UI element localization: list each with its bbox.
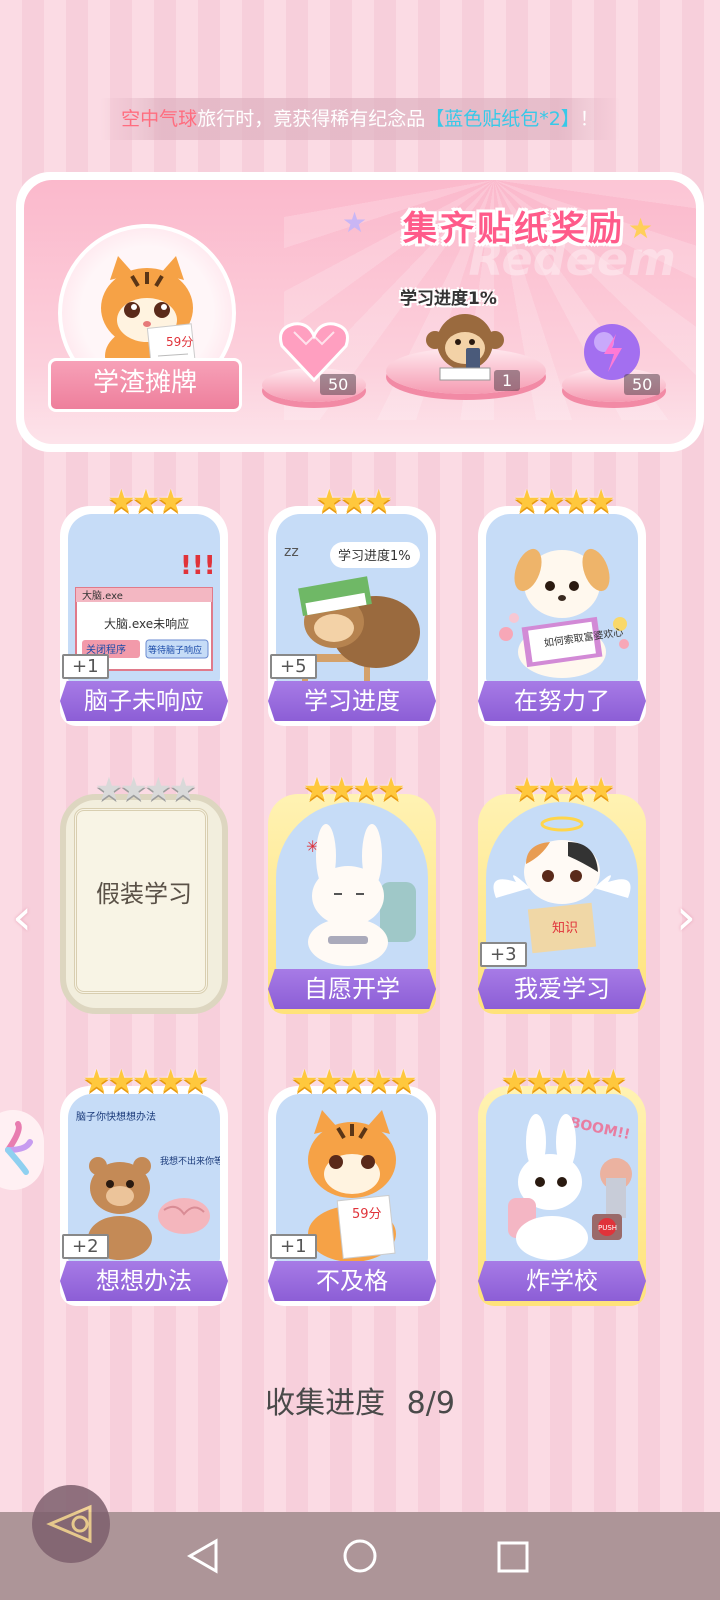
card-label: 在努力了 <box>478 681 646 721</box>
sticker-card[interactable]: ✳ ★★★★ 自愿开学 <box>268 770 436 1014</box>
sticker-card[interactable]: 知识 ★★★★ +3 我爱学习 <box>478 770 646 1014</box>
window-title: 大脑.exe <box>82 589 123 602</box>
card-stars: ★★★★★ <box>82 1062 209 1100</box>
window-button: 等待脑子响应 <box>148 644 202 656</box>
star-decoration-icon: ★ <box>342 206 368 239</box>
card-label: 想想办法 <box>60 1261 228 1301</box>
reward-count: 1 <box>494 370 521 391</box>
card-bonus-badge: +1 <box>270 1234 317 1259</box>
card-stars: ★★★ <box>106 482 185 520</box>
back-arrow-icon <box>46 1504 92 1544</box>
collection-progress: 收集进度 8/9 <box>0 1378 720 1422</box>
card-label: 自愿开学 <box>268 969 436 1009</box>
card-label: 不及格 <box>268 1261 436 1301</box>
card-stars: ★★★★ <box>512 770 616 808</box>
notification-ticker: 空中气球旅行时，竟获得稀有纪念品【蓝色贴纸包*2】！ <box>100 98 620 140</box>
puppy-reading-art-icon: 如何索取富婆欢心 <box>499 548 629 678</box>
ticker-middle: 旅行时，竟获得稀有纪念品 <box>197 108 426 130</box>
svg-text:zz: zz <box>284 544 299 560</box>
reward-count: 50 <box>624 374 661 395</box>
sticker-card-locked[interactable]: ★★★★ 假装学习 <box>60 770 228 1014</box>
paper-score: 59分 <box>352 1207 382 1222</box>
card-stars: ★★★★ <box>512 482 616 520</box>
collection-label: 收集进度 <box>265 1386 386 1421</box>
card-stars: ★★★★★ <box>500 1062 627 1100</box>
speech-bubble: 脑子你快想想办法 <box>76 1110 156 1123</box>
svg-text:!!!: !!! <box>180 551 216 581</box>
avatar-paper-score: 59分 <box>166 335 193 349</box>
recents-square-icon[interactable] <box>496 1540 530 1574</box>
speech-bubble: 我想不出来你等死吧 <box>160 1155 220 1167</box>
card-label: 我爱学习 <box>478 969 646 1009</box>
ticker-item: 【蓝色贴纸包*2】 <box>425 108 580 130</box>
petal-icon <box>5 1121 33 1175</box>
ticker-prefix: 空中气球 <box>121 108 198 130</box>
card-label: 炸学校 <box>478 1261 646 1301</box>
reward-title: 集齐贴纸奖励 <box>403 209 625 249</box>
reward-banner: Redeem ★ ★ 集齐贴纸奖励 59分 学渣摊牌 50 学习进度1% 1 5… <box>16 172 704 452</box>
window-message: 大脑.exe未响应 <box>104 616 189 631</box>
push-button-text: PUSH <box>598 1224 617 1232</box>
floating-assistant-ball[interactable] <box>32 1485 110 1563</box>
avatar-name-ribbon: 学渣摊牌 <box>48 358 242 412</box>
home-circle-icon[interactable] <box>342 1538 378 1574</box>
boom-text: BOOM!! <box>568 1115 631 1143</box>
card-stars: ★★★ <box>314 482 393 520</box>
card-label: 学习进度 <box>268 681 436 721</box>
back-triangle-icon[interactable] <box>186 1538 220 1574</box>
card-bonus-badge: +5 <box>270 654 317 679</box>
card-caption: 学习进度1% <box>338 548 411 564</box>
collection-value: 8/9 <box>406 1386 455 1421</box>
previous-page-arrow-icon[interactable]: ‹ <box>12 888 32 946</box>
sticker-card[interactable]: zz 学习进度1% ★★★ +5 学习进度 <box>268 482 436 726</box>
reward-count: 50 <box>320 374 357 395</box>
sticker-card[interactable]: 如何索取富婆欢心 ★★★★ 在努力了 <box>478 482 646 726</box>
card-label: 假装学习 <box>96 880 192 908</box>
card-stars: ★★★★ <box>94 770 198 808</box>
next-page-arrow-icon[interactable]: › <box>676 888 696 946</box>
card-label: 脑子未响应 <box>60 681 228 721</box>
card-bonus-badge: +3 <box>480 942 527 967</box>
sticker-card[interactable]: 59分 ★★★★★ +1 不及格 <box>268 1062 436 1306</box>
ticker-suffix: ！ <box>579 108 599 130</box>
bunny-explosion-art-icon: BOOM!! PUSH <box>508 1114 632 1260</box>
side-menu-tab[interactable] <box>0 1110 44 1190</box>
book-title: 知识 <box>552 920 578 936</box>
sticker-card[interactable]: BOOM!! PUSH ★★★★★ 炸学校 <box>478 1062 646 1306</box>
card-bonus-badge: +1 <box>62 654 109 679</box>
card-stars: ★★★★★ <box>290 1062 417 1100</box>
sticker-card[interactable]: 脑子你快想想办法 我想不出来你等死吧 ★★★★★ +2 想想办法 <box>60 1062 228 1306</box>
card-bonus-badge: +2 <box>62 1234 109 1259</box>
sticker-card[interactable]: !!! 大脑.exe 大脑.exe未响应 关闭程序 等待脑子响应 ★★★ +1 … <box>60 482 228 726</box>
card-stars: ★★★★ <box>302 770 406 808</box>
bunny-backpack-art-icon: ✳ <box>306 824 416 966</box>
